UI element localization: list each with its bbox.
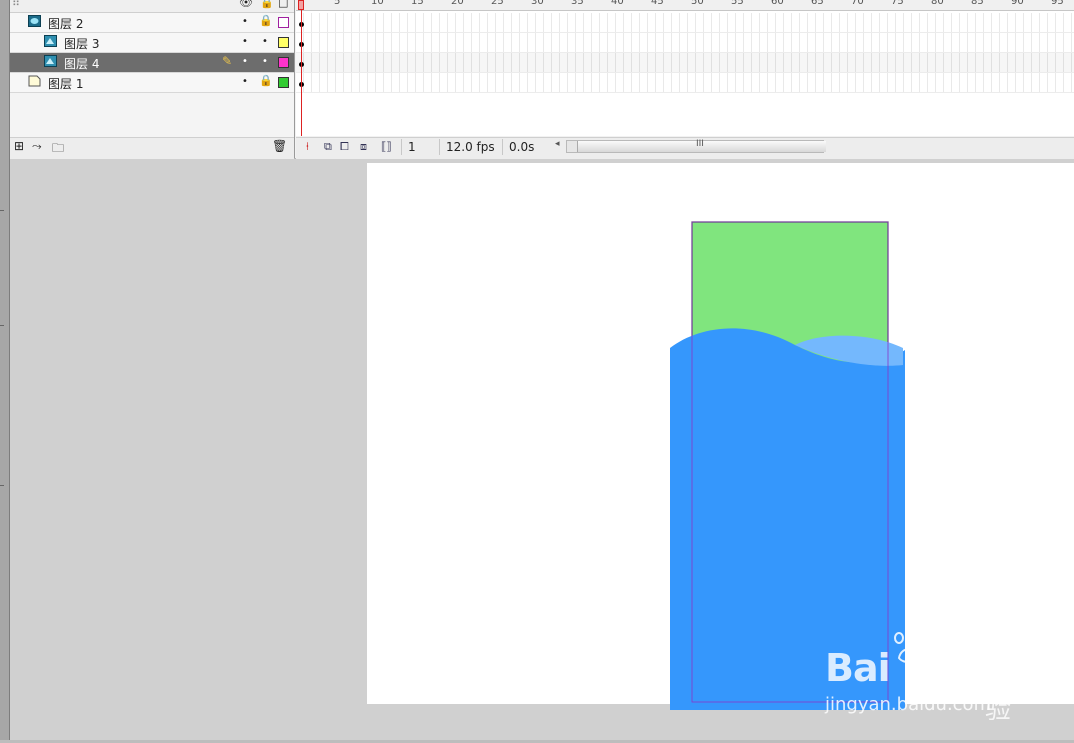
timeline-horizontal-scrollbar[interactable]: ◂ III [555, 139, 826, 153]
timeline-panel: ⠿ 👁 🔒 □ 图层 2 • 🔒 图层 3 • • 图层 4 ✎ • • 图层 … [10, 0, 1074, 159]
ruler-number: 70 [851, 0, 864, 7]
ruler-number: 95 [1051, 0, 1064, 7]
outline-all-icon[interactable]: □ [278, 0, 288, 9]
mask-layer-icon [28, 15, 41, 27]
ruler-number: 65 [811, 0, 824, 7]
new-folder-icon[interactable]: 🗀 [52, 139, 64, 160]
layer-name: 图层 4 [64, 57, 100, 71]
ruler-number: 45 [651, 0, 664, 7]
modify-onion-markers-icon[interactable]: ⟦⟧ [381, 140, 392, 153]
show-hide-all-icon[interactable]: 👁 [239, 0, 253, 9]
frame-row[interactable] [296, 33, 1074, 53]
edit-multiple-frames-icon[interactable]: ⧈ [360, 140, 367, 154]
onion-skin-icon[interactable]: ⧉ [324, 140, 332, 154]
layer-row[interactable]: 图层 3 • • [10, 33, 294, 53]
baidu-paw-logo [894, 628, 926, 664]
scroll-left-arrow-icon[interactable]: ◂ [555, 139, 560, 149]
outline-color-swatch[interactable] [278, 17, 289, 28]
layer-row-selected[interactable]: 图层 4 ✎ • • [10, 53, 294, 73]
ruler-number: 20 [451, 0, 464, 7]
elapsed-time-field: 0.0s [502, 139, 549, 155]
watermark-logo-text: Bai [825, 646, 891, 690]
frame-ruler[interactable]: 5 10 15 20 25 30 35 40 45 50 55 60 65 70… [296, 0, 1074, 11]
scrollbar-thumb[interactable]: III [577, 139, 826, 152]
layer-name: 图层 2 [48, 17, 84, 31]
layer-name: 图层 1 [48, 77, 84, 91]
scrollbar-grip: III [696, 139, 704, 149]
ruler-number: 25 [491, 0, 504, 7]
playhead[interactable] [298, 0, 304, 10]
ruler-number: 15 [411, 0, 424, 7]
ruler-number: 30 [531, 0, 544, 7]
masked-layer-icon [44, 55, 57, 67]
layers-panel: ⠿ 👁 🔒 □ 图层 2 • 🔒 图层 3 • • 图层 4 ✎ • • 图层 … [10, 0, 295, 159]
layer-row[interactable]: 图层 1 • 🔒 [10, 73, 294, 93]
visibility-dot[interactable]: • [242, 76, 248, 87]
frame-row[interactable] [296, 53, 1074, 73]
visibility-dot[interactable]: • [242, 36, 248, 47]
onion-skin-outlines-icon[interactable]: ⧠ [340, 140, 349, 154]
lock-all-icon[interactable]: 🔒 [260, 0, 274, 9]
baidu-watermark: Bai du 经验 jingyan.baidu.com [823, 628, 1023, 728]
frames-grid[interactable]: 5 10 15 20 25 30 35 40 45 50 55 60 65 70… [296, 0, 1074, 136]
ruler-number: 50 [691, 0, 704, 7]
ruler-number: 10 [371, 0, 384, 7]
masked-layer-icon [44, 35, 57, 47]
ruler-number: 55 [731, 0, 744, 7]
frame-row[interactable] [296, 73, 1074, 93]
ruler-number: 80 [931, 0, 944, 7]
lock-dot[interactable]: • [262, 36, 268, 47]
normal-layer-icon [28, 75, 41, 87]
frame-row[interactable] [296, 13, 1074, 33]
panel-grip-icon[interactable]: ⠿ [12, 0, 20, 9]
current-frame-field: 1 [401, 139, 434, 155]
frame-rate-field[interactable]: 12.0 fps [439, 139, 496, 155]
watermark-url: jingyan.baidu.com [825, 694, 992, 715]
outline-color-swatch[interactable] [278, 37, 289, 48]
ruler-number: 40 [611, 0, 624, 7]
pencil-icon: ✎ [222, 54, 233, 68]
lock-dot[interactable]: • [262, 56, 268, 67]
ruler-number: 85 [971, 0, 984, 7]
ruler-number: 90 [1011, 0, 1024, 7]
add-motion-guide-icon[interactable]: ⤳ [32, 139, 42, 154]
lock-icon[interactable]: 🔒 [259, 14, 273, 27]
visibility-dot[interactable]: • [242, 16, 248, 27]
watermark-logo-text: du [931, 654, 977, 692]
lock-icon[interactable]: 🔒 [259, 74, 273, 87]
layers-header: ⠿ 👁 🔒 □ [10, 0, 294, 13]
layer-row[interactable]: 图层 2 • 🔒 [10, 13, 294, 33]
playhead-line [301, 10, 302, 136]
outline-color-swatch[interactable] [278, 77, 289, 88]
delete-layer-icon[interactable]: 🗑 [272, 139, 287, 153]
layers-footer: ⊞ ⤳ 🗀 🗑 [10, 137, 294, 159]
ruler-number: 5 [334, 0, 341, 7]
visibility-dot[interactable]: • [242, 56, 248, 67]
ruler-number: 75 [891, 0, 904, 7]
ruler-number: 35 [571, 0, 584, 7]
new-layer-icon[interactable]: ⊞ [14, 139, 24, 153]
window-frame-left [0, 0, 10, 743]
outline-color-swatch[interactable] [278, 57, 289, 68]
ruler-number: 60 [771, 0, 784, 7]
timeline-controls: ⍿ ⧉ ⧠ ⧈ ⟦⟧ 1 12.0 fps 0.0s ◂ III [296, 137, 1074, 159]
layer-name: 图层 3 [64, 37, 100, 51]
center-frame-icon[interactable]: ⍿ [306, 140, 309, 154]
